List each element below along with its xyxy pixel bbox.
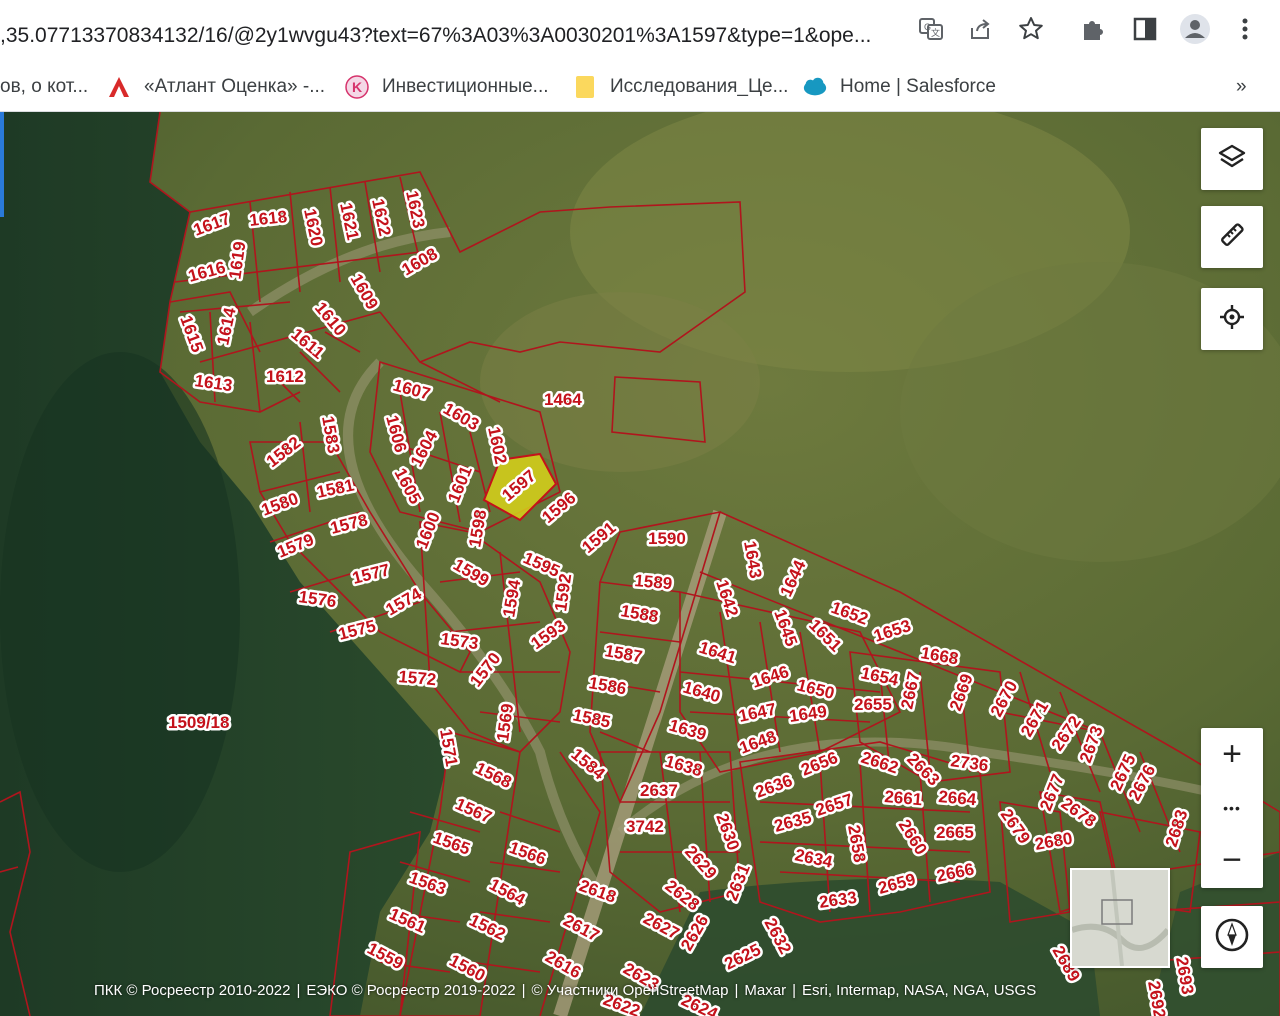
compass-button[interactable] <box>1201 906 1263 968</box>
bookmark-item[interactable]: K Инвестиционные... <box>344 70 549 104</box>
attribution-item[interactable]: © Участники OpenStreetMap <box>532 982 729 999</box>
svg-text:K: K <box>352 79 362 95</box>
atlant-logo-icon <box>106 74 132 100</box>
bookmarks-bar: ов, о кот... «Атлант Оценка» -... K Инве… <box>0 62 1280 112</box>
layers-icon <box>1217 142 1247 177</box>
map-view[interactable]: 1617 1618 1620 1621 1622 1623 1616 1619 … <box>0 112 1280 1016</box>
bookmark-label: Исследования_Це... <box>610 76 789 97</box>
star-icon[interactable] <box>1016 14 1046 44</box>
parcel-number-label[interactable]: 1464 <box>542 388 585 412</box>
bookmark-label: Home | Salesforce <box>840 76 996 97</box>
bookmark-label: «Атлант Оценка» -... <box>144 76 326 97</box>
map-attribution: ПКК © Росреестр 2010-2022 | ЕЭКО © Росреес… <box>94 982 1037 999</box>
zoom-controls: + ••• − <box>1201 728 1263 888</box>
minus-icon: − <box>1222 841 1242 879</box>
svg-text:G: G <box>924 22 931 32</box>
parcel-number-label[interactable]: 2665 <box>934 821 977 845</box>
bookmark-item[interactable]: ов, о кот... <box>0 70 88 104</box>
parcel-number-label[interactable]: 1590 <box>646 527 689 551</box>
bookmark-label: Инвестиционные... <box>382 76 549 97</box>
parcel-number-label[interactable]: 1618 <box>246 205 291 233</box>
zoom-in-button[interactable]: + <box>1201 728 1263 780</box>
layers-button[interactable] <box>1201 128 1263 190</box>
parcel-number-label[interactable]: 1572 <box>395 665 439 692</box>
url-text[interactable]: ,35.07713370834132/16/@2y1wvgu43?text=67… <box>0 24 905 48</box>
bookmark-item[interactable]: Исследования_Це... <box>572 70 788 104</box>
measure-button[interactable] <box>1201 206 1263 268</box>
overflow-chevron-icon: » <box>1236 76 1247 97</box>
salesforce-cloud-icon <box>802 74 828 100</box>
locate-button[interactable] <box>1201 288 1263 350</box>
overview-minimap[interactable] <box>1070 868 1171 968</box>
parcel-number-label[interactable]: 2637 <box>638 779 681 803</box>
parcel-number-label[interactable]: 1589 <box>631 569 675 596</box>
bookmark-label: ов, о кот... <box>0 76 89 97</box>
profile-icon[interactable] <box>1180 14 1210 44</box>
parcel-number-label[interactable]: 3742 <box>624 815 667 839</box>
compass-icon <box>1214 917 1250 958</box>
plus-icon: + <box>1222 735 1242 773</box>
attribution-item: Esri, Intermap, NASA, NGA, USGS <box>802 982 1037 999</box>
more-dots-icon: ••• <box>1223 800 1241 816</box>
parcel-number-label[interactable]: 1612 <box>264 365 307 389</box>
k-logo-icon: K <box>344 74 370 100</box>
parcel-number-label[interactable]: 2655 <box>852 693 895 717</box>
sidebar-icon[interactable] <box>1130 14 1160 44</box>
zoom-more-button[interactable]: ••• <box>1201 782 1263 834</box>
bookmarks-overflow-button[interactable]: » <box>1236 70 1247 104</box>
extensions-icon[interactable] <box>1078 14 1108 44</box>
parcel-number-label[interactable]: 2664 <box>935 785 980 812</box>
menu-icon[interactable] <box>1230 14 1260 44</box>
translate-icon[interactable]: G文 <box>916 14 946 44</box>
browser-toolbar: ,35.07713370834132/16/@2y1wvgu43?text=67… <box>0 0 1280 62</box>
parcel-number-label[interactable]: 2661 <box>881 785 925 812</box>
folder-icon <box>572 74 598 100</box>
attribution-item: Maxar <box>744 982 787 999</box>
bookmark-item[interactable]: «Атлант Оценка» -... <box>106 70 325 104</box>
ruler-icon <box>1217 220 1247 255</box>
bookmark-item[interactable]: Home | Salesforce <box>802 70 996 104</box>
svg-text:文: 文 <box>931 27 940 38</box>
crosshair-icon <box>1217 302 1247 337</box>
share-icon[interactable] <box>966 14 996 44</box>
address-bar[interactable]: ,35.07713370834132/16/@2y1wvgu43?text=67… <box>0 6 1060 56</box>
large-parcel-label[interactable]: 1509/18 <box>166 711 232 735</box>
attribution-item: ПКК © Росреестр 2010-2022 <box>94 982 291 999</box>
zoom-out-button[interactable]: − <box>1201 834 1263 886</box>
attribution-item: ЕЭКО © Росреестр 2019-2022 <box>306 982 516 999</box>
